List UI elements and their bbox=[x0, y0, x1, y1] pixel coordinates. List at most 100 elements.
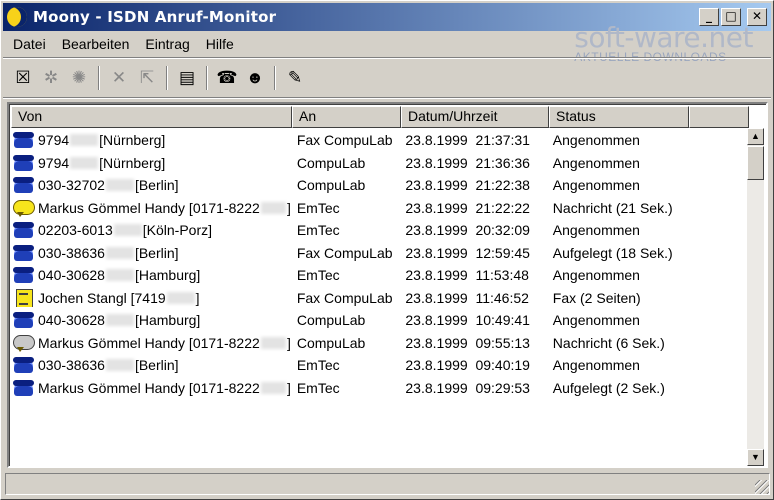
cell-an: Fax CompuLab bbox=[296, 244, 393, 261]
cell-status: Fax (2 Seiten) bbox=[552, 289, 641, 306]
cell-von: 9794 [Nürnberg] bbox=[11, 131, 291, 149]
menu-bearbeiten[interactable]: Bearbeiten bbox=[54, 36, 138, 52]
table-row[interactable]: 9794 [Nürnberg] CompuLab 23.8.1999 21:36:3… bbox=[11, 152, 746, 175]
cell-von: 02203-6013 [Köln-Porz] bbox=[11, 221, 291, 239]
cell-von: Jochen Stangl [7419] bbox=[11, 288, 291, 307]
cell-datum-uhrzeit: 23.8.1999 12:59:45 bbox=[399, 245, 546, 261]
cut-icon: ✕ bbox=[111, 68, 127, 87]
call-time: 21:22:38 bbox=[475, 177, 530, 194]
toolbar-separator bbox=[166, 66, 168, 90]
cell-an: CompuLab bbox=[296, 154, 366, 171]
toolbar-separator bbox=[98, 66, 100, 90]
scroll-up-button[interactable]: ▲ bbox=[747, 128, 764, 145]
caller-suffix: [Köln-Porz] bbox=[142, 222, 212, 239]
vertical-scrollbar[interactable]: ▲ ▼ bbox=[747, 128, 764, 466]
phone-icon bbox=[13, 154, 35, 172]
redacted-digits bbox=[260, 381, 286, 394]
cell-von: 040-30628 [Hamburg] bbox=[11, 311, 291, 329]
scroll-down-button[interactable]: ▼ bbox=[747, 449, 764, 466]
redacted-digits bbox=[70, 156, 99, 169]
call-time: 12:59:45 bbox=[475, 244, 530, 261]
menu-hilfe[interactable]: Hilfe bbox=[198, 36, 242, 52]
cell-von: 030-38636 [Berlin] bbox=[11, 244, 291, 262]
phone-icon bbox=[13, 221, 35, 239]
note-button[interactable]: ▤ bbox=[173, 64, 201, 92]
cell-status: Angenommen bbox=[552, 177, 640, 194]
phone-button[interactable]: ☎ bbox=[213, 64, 241, 92]
call-date: 23.8.1999 bbox=[405, 267, 468, 284]
caller-prefix: 9794 bbox=[38, 132, 70, 149]
table-row[interactable]: 02203-6013 [Köln-Porz] EmTec 23.8.1999 20:… bbox=[11, 219, 746, 242]
caller-prefix: 030-38636 bbox=[38, 357, 105, 374]
cell-status: Nachricht (21 Sek.) bbox=[552, 199, 673, 216]
cell-an: EmTec bbox=[296, 222, 340, 239]
caller-prefix: 9794 bbox=[38, 154, 70, 171]
table-row[interactable]: 030-38636 [Berlin] EmTec 23.8.1999 09:40:1… bbox=[11, 354, 746, 377]
table-row[interactable]: 9794 [Nürnberg] Fax CompuLab 23.8.1999 21:… bbox=[11, 129, 746, 152]
cut-button[interactable]: ✕ bbox=[105, 64, 133, 92]
list-rows: 9794 [Nürnberg] Fax CompuLab 23.8.1999 21:… bbox=[11, 129, 746, 399]
toolbar: ☒ ✲ ✺ ✕ ⇱ ▤ ☎ ☻ ✎ bbox=[9, 63, 309, 93]
scroll-thumb[interactable] bbox=[747, 146, 764, 180]
caller-prefix: 040-30628 bbox=[38, 312, 105, 329]
caller-suffix: [Nürnberg] bbox=[99, 132, 166, 149]
table-row[interactable]: Markus Gömmel Handy [0171-8222] CompuLab 2… bbox=[11, 332, 746, 355]
call-date: 23.8.1999 bbox=[405, 244, 468, 261]
caller-prefix: Markus Gömmel Handy [0171-8222 bbox=[38, 379, 260, 396]
export-button[interactable]: ⇱ bbox=[133, 64, 161, 92]
cell-datum-uhrzeit: 23.8.1999 20:32:09 bbox=[399, 222, 546, 238]
table-row[interactable]: 040-30628 [Hamburg] CompuLab 23.8.1999 10:… bbox=[11, 309, 746, 332]
column-datum-uhrzeit[interactable]: Datum/Uhrzeit bbox=[401, 106, 549, 128]
column-an[interactable]: An bbox=[292, 106, 401, 128]
redacted-digits bbox=[260, 201, 286, 214]
phone-icon bbox=[13, 311, 35, 329]
call-date: 23.8.1999 bbox=[405, 132, 468, 149]
caller-suffix: [Berlin] bbox=[134, 177, 179, 194]
cell-datum-uhrzeit: 23.8.1999 09:40:19 bbox=[399, 357, 546, 373]
call-time: 09:29:53 bbox=[475, 379, 530, 396]
table-row[interactable]: Markus Gömmel Handy [0171-8222] EmTec 23.8… bbox=[11, 377, 746, 400]
menu-datei[interactable]: Datei bbox=[5, 36, 54, 52]
list-header: Von An Datum/Uhrzeit Status bbox=[11, 106, 749, 128]
table-row[interactable]: 030-32702 [Berlin] CompuLab 23.8.1999 21:2… bbox=[11, 174, 746, 197]
menu-eintrag[interactable]: Eintrag bbox=[137, 36, 197, 52]
call-time: 21:37:31 bbox=[475, 132, 530, 149]
toolbar-separator bbox=[3, 97, 771, 99]
delete-call-button[interactable]: ☒ bbox=[9, 64, 37, 92]
contact-button[interactable]: ☻ bbox=[241, 64, 269, 92]
mute-button[interactable]: ✲ bbox=[37, 64, 65, 92]
caller-prefix: Markus Gömmel Handy [0171-8222 bbox=[38, 199, 260, 216]
note-icon: ▤ bbox=[178, 68, 196, 87]
redacted-digits bbox=[105, 179, 134, 192]
column-von[interactable]: Von bbox=[11, 106, 292, 128]
cell-an: EmTec bbox=[296, 267, 340, 284]
settings-button[interactable]: ✎ bbox=[281, 64, 309, 92]
call-date: 23.8.1999 bbox=[405, 177, 468, 194]
moon-icon[interactable] bbox=[7, 7, 27, 27]
redacted-digits bbox=[260, 336, 286, 349]
call-list[interactable]: Von An Datum/Uhrzeit Status 9794 [Nürnbe… bbox=[7, 102, 768, 468]
table-row[interactable]: 030-38636 [Berlin] Fax CompuLab 23.8.1999 … bbox=[11, 242, 746, 265]
resize-grip[interactable] bbox=[755, 480, 769, 494]
call-date: 23.8.1999 bbox=[405, 312, 468, 329]
mute-icon: ✲ bbox=[43, 68, 59, 87]
caller-prefix: 030-32702 bbox=[38, 177, 105, 194]
column-status[interactable]: Status bbox=[549, 106, 689, 128]
table-row[interactable]: Jochen Stangl [7419] Fax CompuLab 23.8.199… bbox=[11, 287, 746, 310]
table-row[interactable]: Markus Gömmel Handy [0171-8222] EmTec 23.8… bbox=[11, 197, 746, 220]
call-time: 10:49:41 bbox=[475, 312, 530, 329]
cell-status: Angenommen bbox=[552, 222, 640, 239]
cell-an: CompuLab bbox=[296, 334, 366, 351]
call-date: 23.8.1999 bbox=[405, 222, 468, 239]
speaker-off-button[interactable]: ✺ bbox=[65, 64, 93, 92]
toolbar-separator bbox=[206, 66, 208, 90]
table-row[interactable]: 040-30628 [Hamburg] EmTec 23.8.1999 11:53:… bbox=[11, 264, 746, 287]
call-date: 23.8.1999 bbox=[405, 154, 468, 171]
menu-separator bbox=[3, 57, 771, 59]
cell-datum-uhrzeit: 23.8.1999 11:53:48 bbox=[399, 267, 546, 283]
cell-status: Angenommen bbox=[552, 132, 640, 149]
cell-datum-uhrzeit: 23.8.1999 21:22:38 bbox=[399, 177, 546, 193]
phone-icon bbox=[13, 176, 35, 194]
caller-prefix: 030-38636 bbox=[38, 244, 105, 261]
caller-suffix: [Hamburg] bbox=[134, 312, 201, 329]
